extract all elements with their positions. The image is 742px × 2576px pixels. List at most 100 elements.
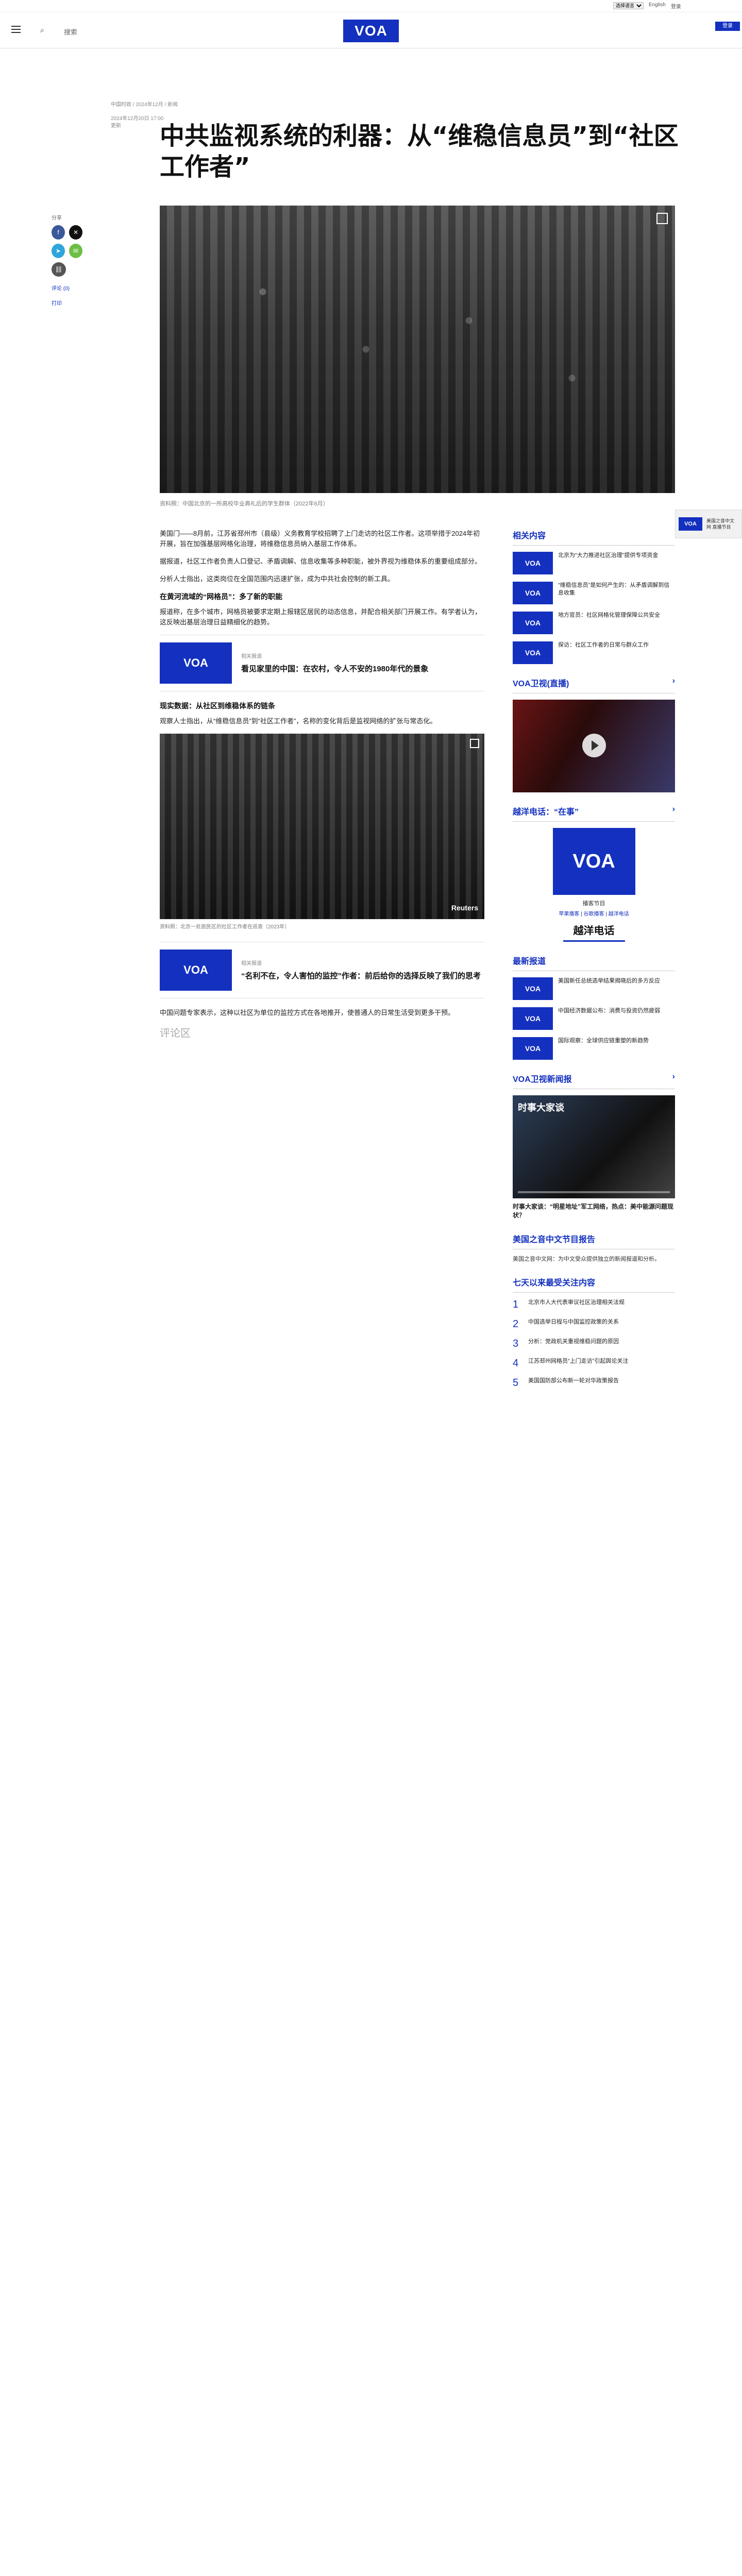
link-icon[interactable]: ⛓ [52, 262, 66, 277]
expand-icon[interactable] [470, 739, 479, 748]
item-title[interactable]: “维稳信息员”是如何产生的：从矛盾调解到信息收集 [558, 582, 675, 604]
comments-section-title: 评论区 [160, 1028, 191, 1039]
breadcrumb[interactable]: 中国时政 / 2024年12月 / 新闻 [111, 100, 178, 108]
voa-logo-small: VOA [513, 1007, 553, 1030]
video-progress-bar[interactable] [518, 1191, 670, 1193]
item-title[interactable]: 江苏邳州网格员“上门走访”引起舆论关注 [528, 1358, 628, 1369]
item-title[interactable]: 中国选举日程与中国监控政策的关系 [528, 1318, 619, 1330]
sidebar-heading-top: 七天以来最受关注内容 [513, 1276, 675, 1293]
sidebar-latest-item[interactable]: VOA 国际观察：全球供应链重塑的新趋势 [513, 1037, 675, 1060]
sidebar-heading-live: VOA卫视(直播) › [513, 676, 675, 693]
voa-logo-small: VOA [552, 828, 635, 895]
related-article-card[interactable]: VOA 相关报道 看见家里的中国：在农村，令人不安的1980年代的景象 [160, 635, 484, 691]
print-link[interactable]: 打印 [52, 299, 82, 307]
heading-text: 最新报道 [513, 957, 546, 966]
util-link-login[interactable]: 登录 [671, 2, 681, 10]
podcast-links[interactable]: 苹果播客 | 谷歌播客 | 越洋电话 [513, 909, 675, 917]
paragraph: 分析人士指出，这类岗位在全国范围内迅速扩张，成为中共社会控制的新工具。 [160, 575, 395, 583]
chevron-right-icon[interactable]: › [672, 1072, 675, 1084]
item-title[interactable]: 北京为“大力推进社区治理”提供专项资金 [558, 552, 658, 574]
item-title[interactable]: 分析：党政机关重视维稳问题的原因 [528, 1338, 619, 1349]
play-icon[interactable] [582, 734, 606, 757]
top-item[interactable]: 1 北京市人大代表审议社区治理相关法规 [513, 1299, 675, 1310]
article-date: 2024年12月20日 17:00 [111, 116, 164, 122]
sidebar-related-item[interactable]: VOA “维稳信息员”是如何产生的：从矛盾调解到信息收集 [513, 582, 675, 604]
comments-link[interactable]: 评论 (0) [52, 284, 82, 292]
sidebar-heading-tv: VOA卫视新闻报 › [513, 1072, 675, 1089]
thumb: VOA [513, 612, 553, 634]
podcast-logo[interactable]: VOA [552, 828, 635, 895]
podcast-block: VOA 播客节目 苹果播客 | 谷歌播客 | 越洋电话 越洋电话 [513, 828, 675, 942]
rank-number: 1 [513, 1299, 519, 1310]
item-title[interactable]: 美国新任总统选举结果揭晓后的多方反应 [558, 977, 660, 1000]
heading-text: VOA卫视新闻报 [513, 1075, 572, 1084]
live-video-player[interactable] [513, 700, 675, 792]
sidebar-latest-item[interactable]: VOA 美国新任总统选举结果揭晓后的多方反应 [513, 977, 675, 1000]
floating-promo[interactable]: VOA 美国之音中文网 直播节目 [675, 510, 742, 538]
divider [563, 940, 625, 942]
sidebar: 相关内容 VOA 北京为“大力推进社区治理”提供专项资金 VOA “维稳信息员”是如… [513, 529, 675, 1397]
chevron-right-icon[interactable]: › [672, 676, 675, 689]
related-title[interactable]: “名利不在，令人害怕的监控”作者：前后给你的选择反映了我们的思考 [241, 971, 481, 981]
item-title[interactable]: 美国国防部公布新一轮对华政策报告 [528, 1377, 619, 1388]
hamburger-menu-icon[interactable] [11, 26, 21, 33]
voa-logo[interactable]: VOA [343, 20, 399, 42]
search-label[interactable]: 搜索 [64, 27, 77, 37]
line-icon[interactable]: ✉ [69, 244, 82, 258]
util-link-english[interactable]: English [649, 2, 666, 10]
expand-icon[interactable] [656, 213, 668, 224]
language-bar: 选择语言 English 登录 [613, 2, 681, 10]
video-title[interactable]: 时事大家谈：“明星地址”军工网络，热点：美中能源问题现状？ [513, 1202, 675, 1220]
rank-number: 4 [513, 1358, 519, 1369]
paragraph: 观察人士指出，从“维稳信息员”到“社区工作者”，名称的变化背后是监视网络的扩张与… [160, 717, 437, 725]
item-title[interactable]: 地方官员：社区网格化管理保障公共安全 [558, 612, 660, 634]
top-item[interactable]: 3 分析：党政机关重视维稳问题的原因 [513, 1338, 675, 1349]
voa-logo-small: VOA [679, 517, 702, 531]
heading-text: VOA卫视(直播) [513, 680, 569, 688]
article-updated: 更新 [111, 123, 121, 129]
sidebar-heading-podcast: 越洋电话：“在事” › [513, 805, 675, 822]
search-icon[interactable]: ⌕ [40, 26, 44, 35]
item-title[interactable]: 中国经济数据公布：消费与投资仍然疲弱 [558, 1007, 660, 1030]
article-meta: 2024年12月20日 17:00 更新 [111, 115, 163, 130]
heading-text: 相关内容 [513, 532, 546, 540]
thumb: VOA [513, 582, 553, 604]
share-label: 分享 [52, 215, 62, 221]
login-button[interactable]: 登录 [715, 22, 740, 31]
top-item[interactable]: 2 中国选举日程与中国监控政策的关系 [513, 1318, 675, 1330]
tv-video-player[interactable]: 时事大家谈 [513, 1095, 675, 1198]
sidebar-related-item[interactable]: VOA 探访：社区工作者的日常与群众工作 [513, 641, 675, 664]
top-item[interactable]: 4 江苏邳州网格员“上门走访”引起舆论关注 [513, 1358, 675, 1369]
item-title[interactable]: 北京市人大代表审议社区治理相关法规 [528, 1299, 625, 1310]
inline-image[interactable]: Reuters [160, 734, 484, 919]
report-text[interactable]: 美国之音中文网：为中文受众提供独立的新闻报道和分析。 [513, 1256, 675, 1263]
related-article-card[interactable]: VOA 相关报道 “名利不在，令人害怕的监控”作者：前后给你的选择反映了我们的思… [160, 942, 484, 998]
heading-text: 越洋电话：“在事” [513, 808, 579, 817]
telegram-icon[interactable]: ➤ [52, 244, 65, 258]
thumb: VOA [513, 1007, 553, 1030]
item-title[interactable]: 探访：社区工作者的日常与群众工作 [558, 641, 649, 664]
related-title[interactable]: 看见家里的中国：在农村，令人不安的1980年代的景象 [241, 664, 428, 674]
floater-logo-text: VOA [679, 517, 702, 531]
voa-logo-small: VOA [513, 612, 553, 634]
sidebar-related-item[interactable]: VOA 地方官员：社区网格化管理保障公共安全 [513, 612, 675, 634]
x-twitter-icon[interactable]: ✕ [69, 225, 82, 240]
heading-text: 美国之音中文节目报告 [513, 1235, 596, 1244]
related-thumb: VOA [160, 642, 232, 684]
chevron-right-icon[interactable]: › [672, 805, 675, 817]
facebook-icon[interactable]: f [52, 225, 65, 240]
article-body: 美国门——8月前，江苏省邳州市（县级）义务教育学校招聘了上门走访的社区工作者。这… [160, 529, 484, 1039]
rank-number: 2 [513, 1318, 519, 1330]
sidebar-related-item[interactable]: VOA 北京为“大力推进社区治理”提供专项资金 [513, 552, 675, 574]
voa-logo-small: VOA [513, 977, 553, 1000]
thumb: VOA [513, 552, 553, 574]
page-title: 中共监视系统的利器：从“维稳信息员”到“社区工作者” [160, 122, 679, 181]
language-select[interactable]: 选择语言 [613, 2, 644, 9]
voa-logo-small: VOA [513, 641, 553, 664]
sidebar-latest-item[interactable]: VOA 中国经济数据公布：消费与投资仍然疲弱 [513, 1007, 675, 1030]
item-title[interactable]: 国际观察：全球供应链重塑的新趋势 [558, 1037, 649, 1060]
paragraph: 美国门——8月前，江苏省邳州市（县级）义务教育学校招聘了上门走访的社区工作者。这… [160, 530, 480, 548]
voa-logo-small: VOA [513, 1037, 553, 1060]
top-item[interactable]: 5 美国国防部公布新一轮对华政策报告 [513, 1377, 675, 1388]
hero-image[interactable] [160, 206, 675, 493]
